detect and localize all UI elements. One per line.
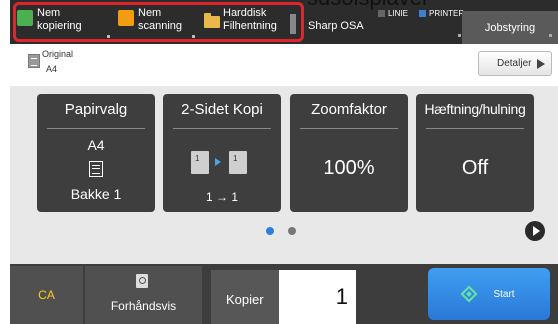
preview-button[interactable]: Forhåndsvis — [85, 266, 202, 324]
original-document-icon — [28, 54, 40, 68]
more-dot-icon — [458, 34, 461, 37]
staple-punch-tile[interactable]: Hæftning/hulning Off — [416, 94, 534, 212]
start-icon — [460, 285, 478, 303]
line-status-icon — [378, 10, 385, 17]
window-title: sdsolsplaver — [307, 0, 429, 9]
copies-input[interactable]: 1 — [279, 270, 356, 324]
page-icon: 1 — [229, 151, 247, 174]
original-row — [10, 44, 558, 86]
status-printer: PRINTER — [419, 9, 464, 18]
scroll-separator[interactable] — [290, 14, 296, 34]
original-label: Original — [42, 49, 74, 59]
duplex-copy-tile[interactable]: 2-Sidet Kopi 1 1 1 → 1 — [163, 94, 281, 212]
arrow-right-icon — [537, 59, 545, 69]
clear-all-button[interactable]: CA — [10, 266, 83, 324]
start-button[interactable]: Start — [428, 268, 550, 320]
paper-tray-icon — [89, 161, 103, 177]
next-page-icon[interactable] — [525, 221, 545, 241]
preview-magnifier-icon — [136, 274, 148, 288]
printer-status-icon — [419, 10, 426, 17]
status-line: LINIE — [378, 9, 408, 18]
job-status-button[interactable]: Jobstyring — [462, 11, 558, 44]
arrow-right-icon — [215, 158, 221, 166]
copies-control: Kopier 1 — [211, 270, 356, 324]
original-value: A4 — [46, 64, 58, 74]
page-indicator[interactable] — [288, 227, 296, 235]
copies-label: Kopier — [226, 292, 264, 307]
page-indicator-active[interactable] — [266, 227, 274, 235]
details-button[interactable]: Detaljer — [478, 51, 552, 76]
more-dot-icon — [549, 34, 552, 37]
paper-select-tile[interactable]: Papirvalg A4 Bakke 1 — [37, 94, 155, 212]
location-label: Sharp OSA — [308, 20, 364, 32]
quick-actions-highlight — [13, 2, 304, 42]
zoom-tile[interactable]: Zoomfaktor 100% — [290, 94, 408, 212]
page-icon: 1 — [191, 151, 209, 174]
